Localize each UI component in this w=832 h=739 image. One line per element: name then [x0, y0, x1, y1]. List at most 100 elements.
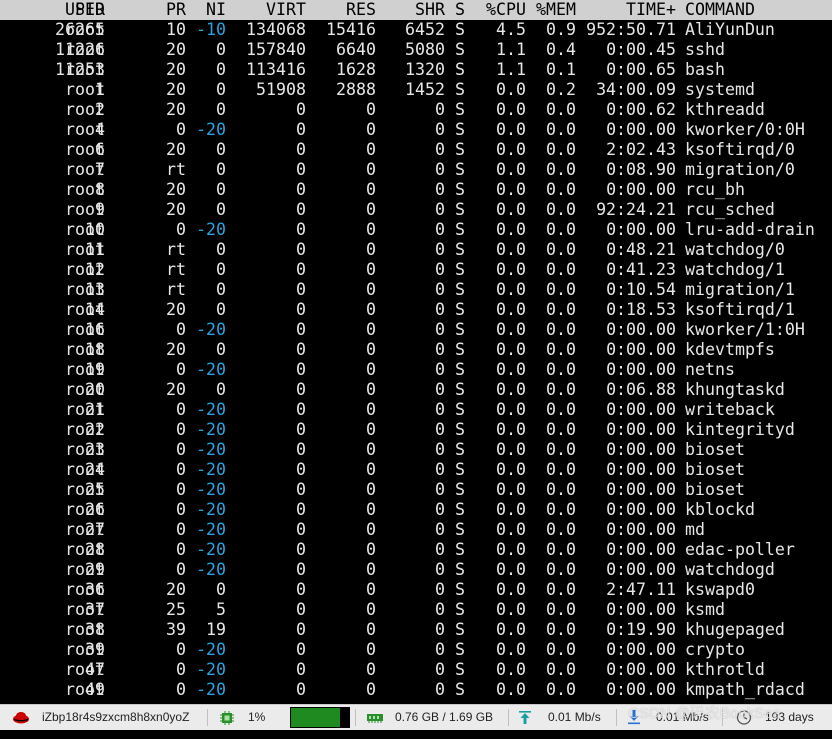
- process-cpu: 0.0: [496, 80, 526, 99]
- process-row[interactable]: 27 root 0 -20 0 0 0 S 0.0 0.0 0:00.00 md: [0, 520, 832, 540]
- process-nice: 0: [216, 340, 226, 359]
- process-row[interactable]: 12 root rt 0 0 0 0 S 0.0 0.0 0:41.23 watchdog/1: [0, 260, 832, 280]
- process-cpu: 0.0: [496, 300, 526, 319]
- hostname[interactable]: iZbp18r4s9zxcm8h8xn0yoZ: [42, 705, 189, 730]
- process-row[interactable]: 26265 root 10 -10 134068 15416 6452 S 4.5 0.9 952:…: [0, 20, 832, 40]
- process-row[interactable]: 22 root 0 -20 0 0 0 S 0.0 0.0 0:00.00 kintegrityd: [0, 420, 832, 440]
- process-time: 0:00.00: [606, 520, 676, 539]
- process-time: 0:00.00: [606, 540, 676, 559]
- process-row[interactable]: 18 root 20 0 0 0 0 S 0.0 0.0 0:00.00 kdevtmpfs: [0, 340, 832, 360]
- col-user[interactable]: USER: [65, 0, 105, 20]
- process-row[interactable]: 2 root 20 0 0 0 0 S 0.0 0.0 0:00.62 kthreadd: [0, 100, 832, 120]
- process-virt: 0: [296, 400, 306, 419]
- process-row[interactable]: 39 root 0 -20 0 0 0 S 0.0 0.0 0:00.00 crypto: [0, 640, 832, 660]
- process-priority: 0: [176, 660, 186, 679]
- process-res: 2888: [336, 80, 376, 99]
- process-row[interactable]: 47 root 0 -20 0 0 0 S 0.0 0.0 0:00.00 kthrotld: [0, 660, 832, 680]
- process-state: S: [455, 260, 465, 279]
- process-res: 0: [366, 340, 376, 359]
- process-row[interactable]: 6 root 20 0 0 0 0 S 0.0 0.0 2:02.43 ksoftirqd/0: [0, 140, 832, 160]
- redhat-icon: [12, 705, 30, 730]
- process-row[interactable]: 38 root 39 19 0 0 0 S 0.0 0.0 0:19.90 khugepaged: [0, 620, 832, 640]
- process-state: S: [455, 440, 465, 459]
- process-row[interactable]: 13 root rt 0 0 0 0 S 0.0 0.0 0:10.54 migration/1: [0, 280, 832, 300]
- process-virt: 0: [296, 420, 306, 439]
- process-mem: 0.1: [546, 60, 576, 79]
- process-res: 0: [366, 320, 376, 339]
- process-row[interactable]: 11 root rt 0 0 0 0 S 0.0 0.0 0:48.21 watchdog/0: [0, 240, 832, 260]
- process-user: root: [65, 460, 105, 479]
- process-priority: 39: [166, 620, 186, 639]
- process-user: root: [65, 300, 105, 319]
- col-cpu[interactable]: %CPU: [486, 0, 526, 20]
- process-mem: 0.4: [546, 40, 576, 59]
- process-shr: 0: [435, 320, 445, 339]
- process-time: 0:41.23: [606, 260, 676, 279]
- process-state: S: [455, 640, 465, 659]
- process-nice: 0: [216, 160, 226, 179]
- process-nice: -20: [196, 120, 226, 139]
- process-row[interactable]: 10 root 0 -20 0 0 0 S 0.0 0.0 0:00.00 lru-add-drain: [0, 220, 832, 240]
- process-row[interactable]: 7 root rt 0 0 0 0 S 0.0 0.0 0:08.90 migration/0: [0, 160, 832, 180]
- process-command: ksmd: [685, 600, 725, 619]
- process-shr: 0: [435, 460, 445, 479]
- process-row[interactable]: 37 root 25 5 0 0 0 S 0.0 0.0 0:00.00 ksmd: [0, 600, 832, 620]
- process-row[interactable]: 16 root 0 -20 0 0 0 S 0.0 0.0 0:00.00 kworker/1:0H: [0, 320, 832, 340]
- process-user: root: [65, 600, 105, 619]
- process-shr: 0: [435, 160, 445, 179]
- process-row[interactable]: 24 root 0 -20 0 0 0 S 0.0 0.0 0:00.00 bioset: [0, 460, 832, 480]
- col-priority[interactable]: PR: [166, 0, 186, 20]
- process-row[interactable]: 11253 root 20 0 113416 1628 1320 S 1.1 0.1 0:00.65…: [0, 60, 832, 80]
- process-row[interactable]: 21 root 0 -20 0 0 0 S 0.0 0.0 0:00.00 writeback: [0, 400, 832, 420]
- process-row[interactable]: 4 root 0 -20 0 0 0 S 0.0 0.0 0:00.00 kworker/0:0H: [0, 120, 832, 140]
- process-row[interactable]: 20 root 20 0 0 0 0 S 0.0 0.0 0:06.88 khungtaskd: [0, 380, 832, 400]
- process-state: S: [455, 680, 465, 699]
- process-row[interactable]: 29 root 0 -20 0 0 0 S 0.0 0.0 0:00.00 watchdogd: [0, 560, 832, 580]
- process-row[interactable]: 14 root 20 0 0 0 0 S 0.0 0.0 0:18.53 ksoftirqd/1: [0, 300, 832, 320]
- process-time: 2:02.43: [606, 140, 676, 159]
- process-row[interactable]: 25 root 0 -20 0 0 0 S 0.0 0.0 0:00.00 bioset: [0, 480, 832, 500]
- process-res: 0: [366, 200, 376, 219]
- process-row[interactable]: 11226 root 20 0 157840 6640 5080 S 1.1 0.4 0:00.45…: [0, 40, 832, 60]
- process-state: S: [455, 400, 465, 419]
- process-row[interactable]: 23 root 0 -20 0 0 0 S 0.0 0.0 0:00.00 bioset: [0, 440, 832, 460]
- col-shr[interactable]: SHR: [415, 0, 445, 20]
- process-virt: 0: [296, 460, 306, 479]
- col-time[interactable]: TIME+: [626, 0, 676, 20]
- process-command: kthreadd: [685, 100, 765, 119]
- process-virt: 0: [296, 440, 306, 459]
- process-res: 0: [366, 140, 376, 159]
- process-user: root: [65, 660, 105, 679]
- process-state: S: [455, 520, 465, 539]
- process-mem: 0.0: [546, 540, 576, 559]
- process-row[interactable]: 26 root 0 -20 0 0 0 S 0.0 0.0 0:00.00 kblockd: [0, 500, 832, 520]
- process-res: 0: [366, 440, 376, 459]
- process-time: 0:18.53: [606, 300, 676, 319]
- col-command[interactable]: COMMAND: [685, 0, 755, 20]
- col-nice[interactable]: NI: [206, 0, 226, 20]
- process-res: 6640: [336, 40, 376, 59]
- col-mem[interactable]: %MEM: [536, 0, 576, 20]
- process-nice: 0: [216, 280, 226, 299]
- process-row[interactable]: 28 root 0 -20 0 0 0 S 0.0 0.0 0:00.00 edac-poller: [0, 540, 832, 560]
- process-priority: 0: [176, 360, 186, 379]
- process-row[interactable]: 9 root 20 0 0 0 0 S 0.0 0.0 92:24.21 rcu_sched: [0, 200, 832, 220]
- col-state[interactable]: S: [455, 0, 465, 20]
- process-virt: 0: [296, 600, 306, 619]
- process-mem: 0.0: [546, 140, 576, 159]
- process-time: 0:08.90: [606, 160, 676, 179]
- process-row[interactable]: 8 root 20 0 0 0 0 S 0.0 0.0 0:00.00 rcu_bh: [0, 180, 832, 200]
- process-shr: 0: [435, 500, 445, 519]
- process-virt: 0: [296, 640, 306, 659]
- col-virt[interactable]: VIRT: [266, 0, 306, 20]
- col-res[interactable]: RES: [346, 0, 376, 20]
- process-mem: 0.0: [546, 560, 576, 579]
- process-res: 0: [366, 600, 376, 619]
- process-row[interactable]: 1 root 20 0 51908 2888 1452 S 0.0 0.2 34:00.09 syst…: [0, 80, 832, 100]
- process-state: S: [455, 280, 465, 299]
- process-row[interactable]: 36 root 20 0 0 0 0 S 0.0 0.0 2:47.11 kswapd0: [0, 580, 832, 600]
- process-row[interactable]: 19 root 0 -20 0 0 0 S 0.0 0.0 0:00.00 netns: [0, 360, 832, 380]
- process-row[interactable]: 49 root 0 -20 0 0 0 S 0.0 0.0 0:00.00 kmpath_rdacd: [0, 680, 832, 700]
- process-virt: 113416: [246, 60, 306, 79]
- process-nice: -20: [196, 680, 226, 699]
